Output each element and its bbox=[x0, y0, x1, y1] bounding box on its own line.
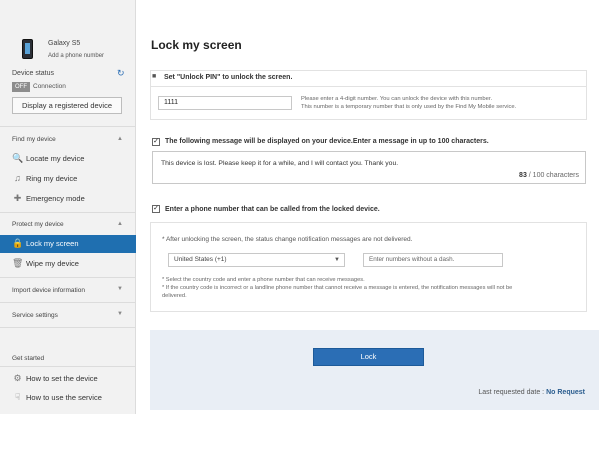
sidebar-item-lock-screen[interactable]: 🔒 Lock my screen bbox=[0, 235, 136, 253]
phone-fine-print: * If the country code is incorrect or a … bbox=[162, 285, 513, 291]
section-title-protect: Protect my device bbox=[12, 221, 64, 228]
sidebar-item-label: Lock my screen bbox=[26, 239, 79, 248]
phone-checkbox[interactable]: ✓ bbox=[152, 205, 160, 213]
search-icon: 🔍 bbox=[12, 153, 24, 163]
sidebar-item-emergency[interactable]: ✚ Emergency mode bbox=[0, 190, 136, 208]
sidebar-item-label: Ring my device bbox=[26, 174, 78, 183]
phone-note: * After unlocking the screen, the status… bbox=[162, 236, 413, 243]
trash-icon: 🗑 bbox=[12, 258, 24, 268]
sidebar-item-label: Wipe my device bbox=[26, 259, 79, 268]
sidebar-item-locate[interactable]: 🔍 Locate my device bbox=[0, 150, 136, 168]
sidebar-item-how-to-set[interactable]: ⚙ How to set the device bbox=[0, 370, 136, 388]
phone-fine-print: * Select the country code and enter a ph… bbox=[162, 277, 365, 283]
last-requested-date: Last requested date : No Request bbox=[478, 389, 585, 396]
pin-hint: This number is a temporary number that i… bbox=[301, 104, 517, 110]
pin-hint: Please enter a 4-digit number. You can u… bbox=[301, 96, 493, 102]
phone-icon bbox=[22, 39, 33, 59]
device-status-label: Device status bbox=[12, 70, 55, 77]
add-phone-link[interactable]: Add a phone number bbox=[48, 53, 104, 59]
phone-card: * After unlocking the screen, the status… bbox=[150, 222, 587, 312]
last-requested-value: No Request bbox=[546, 389, 585, 396]
device-header: Galaxy S5 Add a phone number bbox=[0, 28, 136, 66]
sidebar: Galaxy S5 Add a phone number Device stat… bbox=[0, 0, 136, 414]
message-label: The following message will be displayed … bbox=[165, 138, 489, 145]
last-requested-label: Last requested date : bbox=[478, 389, 545, 396]
music-note-icon: ♫ bbox=[14, 173, 21, 183]
refresh-icon[interactable]: ↻ bbox=[117, 68, 125, 79]
display-registered-device-button[interactable]: Display a registered device bbox=[12, 97, 122, 114]
sidebar-item-ring[interactable]: ♫ Ring my device bbox=[0, 170, 136, 188]
phone-label: Enter a phone number that can be called … bbox=[165, 206, 380, 213]
character-count-value: 83 bbox=[519, 172, 527, 179]
message-text: This device is lost. Please keep it for … bbox=[161, 160, 399, 167]
phone-fine-print: delivered. bbox=[162, 293, 187, 299]
pin-input[interactable]: 1111 bbox=[158, 96, 292, 110]
status-badge: OFF bbox=[12, 82, 30, 92]
country-code-select[interactable]: United States (+1) ▼ bbox=[168, 253, 345, 267]
pin-heading-label: Set "Unlock PIN" to unlock the screen. bbox=[164, 74, 293, 81]
bullet-icon: ■ bbox=[152, 73, 157, 80]
expand-arrow-icon[interactable]: ▼ bbox=[117, 311, 123, 317]
lock-icon: 🔒 bbox=[12, 238, 24, 248]
divider bbox=[0, 327, 136, 328]
section-title-find: Find my device bbox=[12, 136, 56, 143]
sidebar-item-label: How to set the device bbox=[26, 374, 98, 383]
connection-label: Connection bbox=[33, 83, 66, 90]
message-textarea[interactable]: This device is lost. Please keep it for … bbox=[152, 151, 586, 184]
page-title: Lock my screen bbox=[151, 38, 242, 52]
chevron-down-icon: ▼ bbox=[334, 257, 340, 263]
expand-arrow-icon[interactable]: ▼ bbox=[117, 286, 123, 292]
collapse-arrow-icon[interactable]: ▲ bbox=[117, 221, 123, 227]
device-name: Galaxy S5 bbox=[48, 40, 81, 47]
character-count: 83 / 100 characters bbox=[519, 172, 579, 179]
sidebar-item-label: Emergency mode bbox=[26, 194, 85, 203]
main-content: Lock my screen ■ Set "Unlock PIN" to unl… bbox=[136, 0, 600, 414]
divider bbox=[0, 212, 136, 213]
sidebar-item-how-to-use[interactable]: ☟ How to use the service bbox=[0, 389, 136, 407]
section-title-service[interactable]: Service settings bbox=[12, 312, 58, 319]
divider bbox=[0, 277, 136, 278]
sidebar-item-label: How to use the service bbox=[26, 393, 102, 402]
phone-number-input[interactable]: Enter numbers without a dash. bbox=[363, 253, 503, 267]
collapse-arrow-icon[interactable]: ▲ bbox=[117, 136, 123, 142]
lock-button[interactable]: Lock bbox=[313, 348, 424, 366]
pin-heading: ■ Set "Unlock PIN" to unlock the screen. bbox=[150, 70, 587, 86]
divider bbox=[0, 126, 136, 127]
section-title-get-started: Get started bbox=[12, 355, 45, 362]
character-count-suffix: / 100 characters bbox=[528, 172, 579, 179]
sidebar-item-label: Locate my device bbox=[26, 154, 85, 163]
message-checkbox[interactable]: ✓ bbox=[152, 138, 160, 146]
sidebar-item-wipe[interactable]: 🗑 Wipe my device bbox=[0, 255, 136, 273]
divider bbox=[150, 86, 587, 87]
divider bbox=[0, 302, 136, 303]
lock-panel: Lock Last requested date : No Request bbox=[150, 330, 599, 410]
emergency-icon: ✚ bbox=[13, 193, 22, 203]
gear-icon: ⚙ bbox=[13, 373, 22, 383]
divider bbox=[0, 366, 136, 367]
section-title-import[interactable]: Import device information bbox=[12, 287, 85, 294]
hand-icon: ☟ bbox=[14, 392, 21, 402]
country-code-value: United States (+1) bbox=[174, 256, 227, 263]
